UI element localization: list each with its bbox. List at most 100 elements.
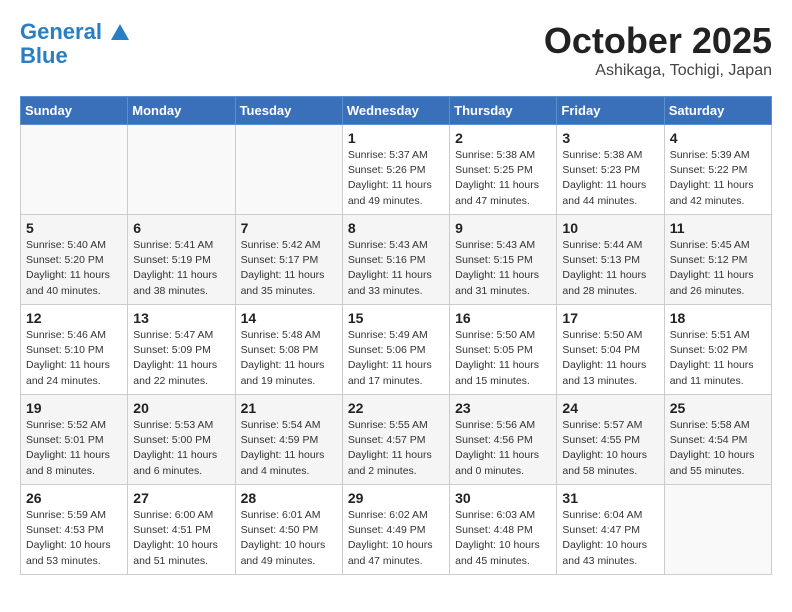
calendar-cell: 2 Sunrise: 5:38 AM Sunset: 5:25 PM Daylig…: [450, 125, 557, 215]
calendar-cell: 4 Sunrise: 5:39 AM Sunset: 5:22 PM Daylig…: [664, 125, 771, 215]
day-info: Sunrise: 5:54 AM Sunset: 4:59 PM Dayligh…: [241, 418, 337, 479]
day-number: 3: [562, 130, 658, 146]
day-info: Sunrise: 6:00 AM Sunset: 4:51 PM Dayligh…: [133, 508, 229, 569]
calendar-cell: 18 Sunrise: 5:51 AM Sunset: 5:02 PM Dayli…: [664, 305, 771, 395]
day-number: 5: [26, 220, 122, 236]
day-info: Sunrise: 5:47 AM Sunset: 5:09 PM Dayligh…: [133, 328, 229, 389]
calendar-cell: 3Sunrise: 5:38 AM Sunset: 5:23 PM Daylig…: [557, 125, 664, 215]
day-info: Sunrise: 5:53 AM Sunset: 5:00 PM Dayligh…: [133, 418, 229, 479]
title-block: October 2025 Ashikaga, Tochigi, Japan: [544, 20, 772, 80]
weekday-header: Monday: [128, 97, 235, 125]
calendar-week-row: 5Sunrise: 5:40 AM Sunset: 5:20 PM Daylig…: [21, 215, 772, 305]
calendar-cell: 20 Sunrise: 5:53 AM Sunset: 5:00 PM Dayli…: [128, 395, 235, 485]
weekday-header: Wednesday: [342, 97, 449, 125]
day-info: Sunrise: 6:03 AM Sunset: 4:48 PM Dayligh…: [455, 508, 551, 569]
calendar-cell: 24 Sunrise: 5:57 AM Sunset: 4:55 PM Dayli…: [557, 395, 664, 485]
day-info: Sunrise: 6:01 AM Sunset: 4:50 PM Dayligh…: [241, 508, 337, 569]
day-info: Sunrise: 5:41 AM Sunset: 5:19 PM Dayligh…: [133, 238, 229, 299]
day-info: Sunrise: 6:04 AM Sunset: 4:47 PM Dayligh…: [562, 508, 658, 569]
day-number: 7: [241, 220, 337, 236]
logo-icon: [109, 22, 131, 44]
day-info: Sunrise: 5:50 AM Sunset: 5:05 PM Dayligh…: [455, 328, 551, 389]
day-number: 13: [133, 310, 229, 326]
day-number: 27: [133, 490, 229, 506]
day-number: 6: [133, 220, 229, 236]
calendar-cell: 27 Sunrise: 6:00 AM Sunset: 4:51 PM Dayli…: [128, 485, 235, 575]
day-info: Sunrise: 5:46 AM Sunset: 5:10 PM Dayligh…: [26, 328, 122, 389]
day-number: 9: [455, 220, 551, 236]
weekday-header: Friday: [557, 97, 664, 125]
day-info: Sunrise: 5:45 AM Sunset: 5:12 PM Dayligh…: [670, 238, 766, 299]
calendar-week-row: 26Sunrise: 5:59 AM Sunset: 4:53 PM Dayli…: [21, 485, 772, 575]
day-number: 24: [562, 400, 658, 416]
day-info: Sunrise: 5:52 AM Sunset: 5:01 PM Dayligh…: [26, 418, 122, 479]
logo-text: General: [20, 20, 132, 44]
calendar-cell: 25 Sunrise: 5:58 AM Sunset: 4:54 PM Dayli…: [664, 395, 771, 485]
calendar-cell: 14Sunrise: 5:48 AM Sunset: 5:08 PM Dayli…: [235, 305, 342, 395]
calendar-cell: 1Sunrise: 5:37 AM Sunset: 5:26 PM Daylig…: [342, 125, 449, 215]
day-number: 12: [26, 310, 122, 326]
calendar-cell: 13 Sunrise: 5:47 AM Sunset: 5:09 PM Dayli…: [128, 305, 235, 395]
calendar-cell: 7Sunrise: 5:42 AM Sunset: 5:17 PM Daylig…: [235, 215, 342, 305]
day-number: 10: [562, 220, 658, 236]
calendar-cell: 22 Sunrise: 5:55 AM Sunset: 4:57 PM Dayli…: [342, 395, 449, 485]
day-info: Sunrise: 5:37 AM Sunset: 5:26 PM Dayligh…: [348, 148, 444, 209]
day-number: 2: [455, 130, 551, 146]
calendar-week-row: 12 Sunrise: 5:46 AM Sunset: 5:10 PM Dayli…: [21, 305, 772, 395]
calendar-cell: 16 Sunrise: 5:50 AM Sunset: 5:05 PM Dayli…: [450, 305, 557, 395]
calendar-cell: 10Sunrise: 5:44 AM Sunset: 5:13 PM Dayli…: [557, 215, 664, 305]
calendar-table: SundayMondayTuesdayWednesdayThursdayFrid…: [20, 96, 772, 575]
day-number: 22: [348, 400, 444, 416]
calendar-cell: 28Sunrise: 6:01 AM Sunset: 4:50 PM Dayli…: [235, 485, 342, 575]
day-number: 21: [241, 400, 337, 416]
calendar-cell: 11 Sunrise: 5:45 AM Sunset: 5:12 PM Dayli…: [664, 215, 771, 305]
day-info: Sunrise: 5:43 AM Sunset: 5:15 PM Dayligh…: [455, 238, 551, 299]
day-number: 25: [670, 400, 766, 416]
calendar-cell: 17Sunrise: 5:50 AM Sunset: 5:04 PM Dayli…: [557, 305, 664, 395]
day-info: Sunrise: 5:39 AM Sunset: 5:22 PM Dayligh…: [670, 148, 766, 209]
calendar-cell: 26Sunrise: 5:59 AM Sunset: 4:53 PM Dayli…: [21, 485, 128, 575]
logo-general: General: [20, 19, 102, 44]
day-info: Sunrise: 6:02 AM Sunset: 4:49 PM Dayligh…: [348, 508, 444, 569]
month-title: October 2025: [544, 20, 772, 62]
day-info: Sunrise: 5:55 AM Sunset: 4:57 PM Dayligh…: [348, 418, 444, 479]
weekday-header: Thursday: [450, 97, 557, 125]
day-info: Sunrise: 5:57 AM Sunset: 4:55 PM Dayligh…: [562, 418, 658, 479]
day-info: Sunrise: 5:58 AM Sunset: 4:54 PM Dayligh…: [670, 418, 766, 479]
calendar-cell: 19 Sunrise: 5:52 AM Sunset: 5:01 PM Dayli…: [21, 395, 128, 485]
day-number: 17: [562, 310, 658, 326]
day-number: 19: [26, 400, 122, 416]
day-number: 4: [670, 130, 766, 146]
day-number: 11: [670, 220, 766, 236]
calendar-cell: [235, 125, 342, 215]
weekday-header: Sunday: [21, 97, 128, 125]
day-number: 23: [455, 400, 551, 416]
calendar-cell: 9 Sunrise: 5:43 AM Sunset: 5:15 PM Daylig…: [450, 215, 557, 305]
calendar-cell: 6 Sunrise: 5:41 AM Sunset: 5:19 PM Daylig…: [128, 215, 235, 305]
day-info: Sunrise: 5:56 AM Sunset: 4:56 PM Dayligh…: [455, 418, 551, 479]
day-number: 8: [348, 220, 444, 236]
day-number: 18: [670, 310, 766, 326]
day-info: Sunrise: 5:51 AM Sunset: 5:02 PM Dayligh…: [670, 328, 766, 389]
calendar-cell: [21, 125, 128, 215]
day-number: 16: [455, 310, 551, 326]
day-number: 31: [562, 490, 658, 506]
calendar-cell: 31 Sunrise: 6:04 AM Sunset: 4:47 PM Dayli…: [557, 485, 664, 575]
weekday-header-row: SundayMondayTuesdayWednesdayThursdayFrid…: [21, 97, 772, 125]
calendar-cell: 12 Sunrise: 5:46 AM Sunset: 5:10 PM Dayli…: [21, 305, 128, 395]
day-info: Sunrise: 5:59 AM Sunset: 4:53 PM Dayligh…: [26, 508, 122, 569]
day-number: 30: [455, 490, 551, 506]
day-info: Sunrise: 5:38 AM Sunset: 5:25 PM Dayligh…: [455, 148, 551, 209]
day-number: 20: [133, 400, 229, 416]
day-info: Sunrise: 5:49 AM Sunset: 5:06 PM Dayligh…: [348, 328, 444, 389]
calendar-cell: 5Sunrise: 5:40 AM Sunset: 5:20 PM Daylig…: [21, 215, 128, 305]
calendar-cell: 23 Sunrise: 5:56 AM Sunset: 4:56 PM Dayli…: [450, 395, 557, 485]
calendar-cell: 30 Sunrise: 6:03 AM Sunset: 4:48 PM Dayli…: [450, 485, 557, 575]
day-info: Sunrise: 5:43 AM Sunset: 5:16 PM Dayligh…: [348, 238, 444, 299]
calendar-week-row: 19 Sunrise: 5:52 AM Sunset: 5:01 PM Dayli…: [21, 395, 772, 485]
calendar-cell: 21 Sunrise: 5:54 AM Sunset: 4:59 PM Dayli…: [235, 395, 342, 485]
weekday-header: Saturday: [664, 97, 771, 125]
calendar-cell: [664, 485, 771, 575]
day-info: Sunrise: 5:48 AM Sunset: 5:08 PM Dayligh…: [241, 328, 337, 389]
calendar-cell: 8 Sunrise: 5:43 AM Sunset: 5:16 PM Daylig…: [342, 215, 449, 305]
